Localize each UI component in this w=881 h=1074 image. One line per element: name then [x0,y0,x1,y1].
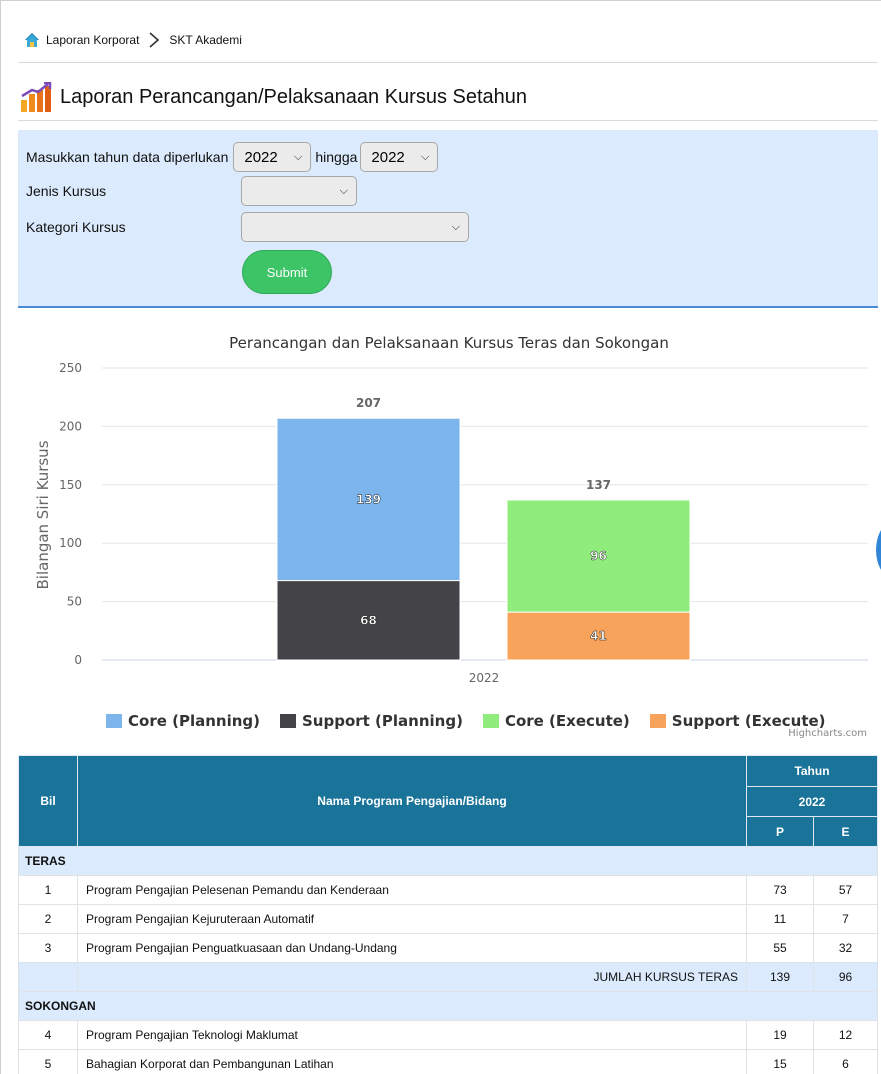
legend-swatch [649,714,666,728]
header-p: P [746,816,814,847]
group-name: SOKONGAN [18,991,878,1021]
chart-title: Perancangan dan Pelaksanaan Kursus Teras… [229,334,669,352]
cell-e: 12 [813,1020,878,1050]
stacked-bar-chart: 0 50 100 150 200 250 68 139 207 41 96 137 Perancang… [34,334,868,685]
table-row: 4 Program Pengajian Teknologi Maklumat 1… [18,1020,878,1050]
year-row: Masukkan tahun data diperlukan 2022 ⌵ hin… [26,142,439,172]
cell-bil [18,962,78,992]
cell-p: 15 [746,1049,814,1074]
y-tick-label: 50 [67,595,82,609]
legend-swatch [280,714,296,728]
cell-e: 57 [813,875,878,905]
legend-swatch [482,714,499,728]
header-name: Nama Program Pengajian/Bidang [77,755,747,847]
chart-bars [276,417,691,661]
chevron-down-icon: ⌵ [451,220,460,233]
stack-total-label: 207 [356,396,381,410]
kategori-select[interactable]: ⌵ [241,212,469,242]
jenis-label: Jenis Kursus [26,183,107,199]
data-label: 96 [590,549,607,563]
chevron-down-icon: ⌵ [421,150,430,163]
header-e: E [813,816,878,847]
legend-item[interactable]: Support (Planning) [280,712,463,730]
x-tick-label: 2022 [469,671,500,685]
chart-legend: Core (Planning) Support (Planning) Core … [106,710,846,732]
y-axis-label: Bilangan Siri Kursus [34,440,52,589]
divider [18,120,878,121]
breadcrumb-home-link[interactable]: Laporan Korporat [46,33,139,47]
bar-chart-icon [21,82,52,112]
cell-p: 55 [746,933,814,963]
year-to-select[interactable]: 2022 ⌵ [360,142,439,172]
jenis-row: Jenis Kursus ⌵ [26,176,357,206]
y-tick-label: 250 [59,361,82,375]
total-row: JUMLAH KURSUS TERAS 139 96 [18,962,878,992]
page-title-text: Laporan Perancangan/Pelaksanaan Kursus S… [60,85,528,108]
cell-bil: 3 [18,933,78,963]
legend-item[interactable]: Core (Execute) [482,712,630,730]
chevron-down-icon: ⌵ [294,150,303,163]
chart-grid [102,367,868,661]
cell-name: Program Pengajian Kejuruteraan Automatif [77,904,747,934]
header-year: 2022 [746,786,878,817]
total-p: 139 [746,962,814,992]
cell-name: Program Pengajian Teknologi Maklumat [77,1020,747,1050]
until-label: hingga [315,149,358,165]
cell-bil: 1 [18,875,78,905]
data-label: 68 [360,613,377,627]
y-tick-label: 0 [74,653,82,667]
chevron-down-icon: ⌵ [339,184,348,197]
table-row: 5 Bahagian Korporat dan Pembangunan Lati… [18,1049,878,1074]
cell-bil: 4 [18,1020,78,1050]
y-tick-label: 100 [59,536,82,550]
breadcrumb-current: SKT Akademi [169,33,242,47]
jenis-select[interactable]: ⌵ [241,176,357,206]
total-e: 96 [813,962,878,992]
table-row: 2 Program Pengajian Kejuruteraan Automat… [18,904,878,934]
y-tick-label: 200 [59,419,82,433]
home-icon[interactable] [24,32,40,48]
chart-credits[interactable]: Highcharts.com [788,728,867,739]
cell-p: 11 [746,904,814,934]
divider [18,62,878,63]
group-row: TERAS [18,846,878,876]
cell-e: 6 [813,1049,878,1074]
legend-item[interactable]: Core (Planning) [106,712,260,730]
data-label: 139 [356,492,381,506]
total-label: JUMLAH KURSUS TERAS [77,962,747,992]
year-label: Masukkan tahun data diperlukan [26,149,229,165]
submit-button[interactable]: Submit [242,250,332,294]
kategori-label: Kategori Kursus [26,219,126,235]
cell-p: 19 [746,1020,814,1050]
year-from-select[interactable]: 2022 ⌵ [233,142,312,172]
data-label: 41 [590,629,607,643]
cell-p: 73 [746,875,814,905]
filter-form: Masukkan tahun data diperlukan 2022 ⌵ hin… [18,130,878,308]
table-row: 1 Program Pengajian Pelesenan Pemandu da… [18,875,878,905]
cell-name: Program Pengajian Penguatkuasaan dan Und… [77,933,747,963]
cell-e: 7 [813,904,878,934]
y-tick-label: 150 [59,478,82,492]
chevron-right-icon [149,32,160,48]
legend-swatch [106,714,122,728]
group-name: TERAS [18,846,878,876]
page-title: Laporan Perancangan/Pelaksanaan Kursus S… [20,82,527,112]
cell-e: 32 [813,933,878,963]
cell-name: Bahagian Korporat dan Pembangunan Latiha… [77,1049,747,1074]
breadcrumb: Laporan Korporat SKT Akademi [24,30,242,50]
cell-name: Program Pengajian Pelesenan Pemandu dan … [77,875,747,905]
table-row: 3 Program Pengajian Penguatkuasaan dan U… [18,933,878,963]
cell-bil: 5 [18,1049,78,1074]
header-tahun: Tahun [746,755,878,787]
course-table: Bil Nama Program Pengajian/Bidang Tahun … [18,755,878,1074]
cell-bil: 2 [18,904,78,934]
stack-total-label: 137 [586,478,611,492]
group-row: SOKONGAN [18,991,878,1021]
kategori-row: Kategori Kursus ⌵ [26,212,469,242]
header-bil: Bil [18,755,78,847]
